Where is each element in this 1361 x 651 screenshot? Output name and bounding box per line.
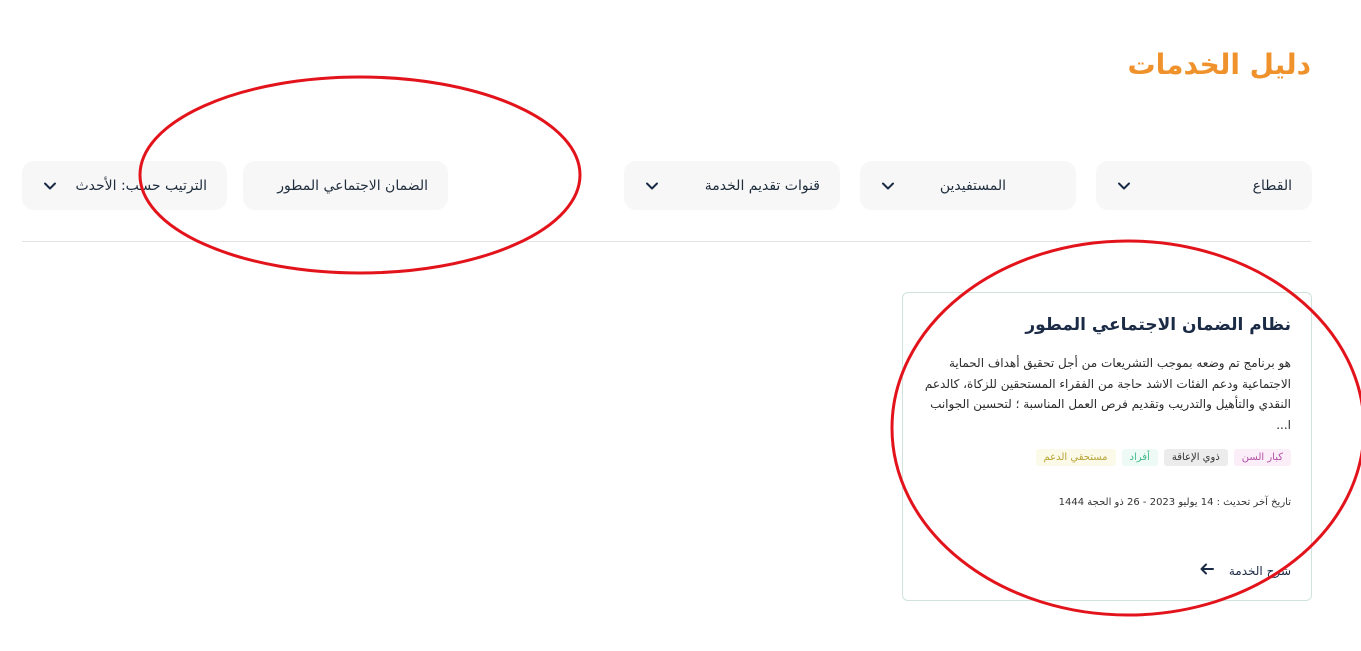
sector-filter-label: القطاع <box>1252 177 1292 194</box>
tag: ذوي الإعاقة <box>1163 449 1228 466</box>
service-card[interactable]: نظام الضمان الاجتماعي المطور هو برنامج ت… <box>902 292 1312 601</box>
chevron-down-icon <box>880 178 896 194</box>
page-title: دليل الخدمات <box>1127 48 1311 81</box>
service-tags: كبار السن ذوي الإعاقة أفراد مستحقي الدعم <box>1035 449 1291 466</box>
service-card-title[interactable]: نظام الضمان الاجتماعي المطور <box>1025 315 1291 335</box>
channels-filter[interactable]: قنوات تقديم الخدمة <box>624 161 840 210</box>
service-explanation-link[interactable]: شرح الخدمة <box>1199 561 1291 580</box>
chevron-down-icon <box>42 178 58 194</box>
sector-filter[interactable]: القطاع <box>1096 161 1312 210</box>
sort-dropdown[interactable]: الترتيب حسب: الأحدث <box>22 161 227 210</box>
tag: أفراد <box>1121 449 1158 466</box>
tag: مستحقي الدعم <box>1035 449 1116 466</box>
tag: كبار السن <box>1233 449 1291 466</box>
beneficiaries-filter[interactable]: المستفيدين <box>860 161 1076 210</box>
channels-filter-label: قنوات تقديم الخدمة <box>704 177 820 194</box>
chevron-down-icon <box>1116 178 1132 194</box>
beneficiaries-filter-label: المستفيدين <box>939 177 1006 194</box>
search-input[interactable]: الضمان الاجتماعي المطور <box>243 161 448 210</box>
service-card-description: هو برنامج تم وضعه بموجب التشريعات من أجل… <box>924 356 1291 432</box>
divider <box>22 241 1311 242</box>
last-updated: تاريخ آخر تحديث : 14 يوليو 2023 - 26 ذو … <box>1058 497 1291 508</box>
sort-dropdown-label: الترتيب حسب: الأحدث <box>75 177 207 194</box>
chevron-down-icon <box>644 178 660 194</box>
service-explanation-label: شرح الخدمة <box>1228 563 1291 578</box>
search-input-value: الضمان الاجتماعي المطور <box>277 177 428 194</box>
arrow-left-icon <box>1199 561 1215 580</box>
